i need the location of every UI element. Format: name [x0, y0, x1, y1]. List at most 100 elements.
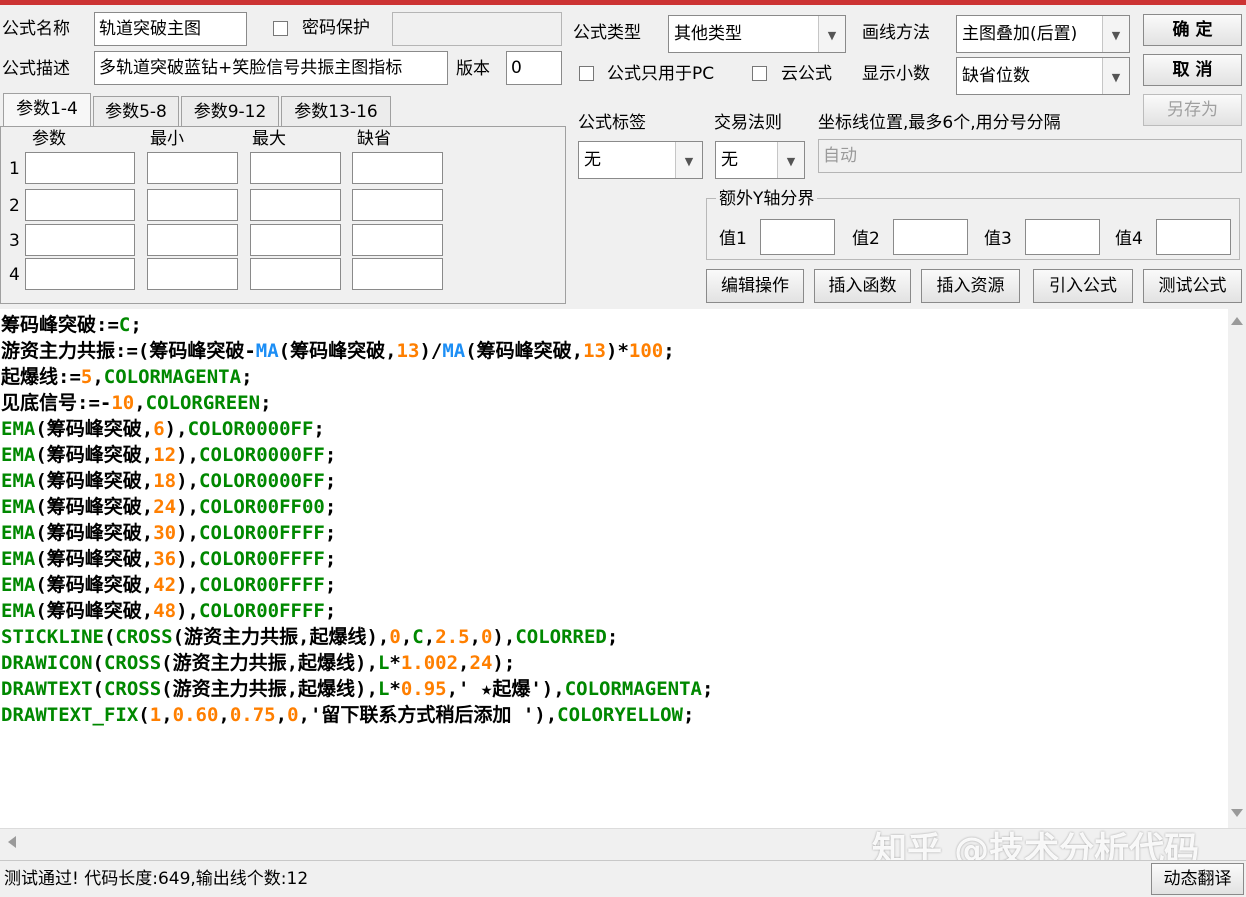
- insert-resource-button[interactable]: 插入资源: [921, 269, 1020, 303]
- dynamic-translate-button[interactable]: 动态翻译: [1151, 863, 1244, 895]
- code-token: (游资主力共振,起爆线),: [172, 626, 390, 648]
- code-token: ;: [324, 522, 337, 544]
- cloud-formula-label: 云公式: [781, 64, 832, 84]
- scroll-down-icon[interactable]: [1231, 809, 1243, 817]
- code-line[interactable]: EMA(筹码峰突破,30),COLOR00FFFF;: [1, 520, 713, 546]
- code-token: );: [492, 652, 516, 674]
- code-token: (筹码峰突破,: [35, 574, 154, 596]
- vertical-scrollbar[interactable]: [1228, 309, 1246, 828]
- code-line[interactable]: 见底信号:=-10,COLORGREEN;: [1, 390, 713, 416]
- code-token: DRAWTEXT: [1, 678, 93, 700]
- code-line[interactable]: EMA(筹码峰突破,6),COLOR0000FF;: [1, 416, 713, 442]
- extra-y-value-label: 值1: [719, 229, 747, 249]
- formula-tag-select[interactable]: 无 ▼: [578, 141, 703, 179]
- param-max-input[interactable]: [250, 224, 341, 256]
- formula-type-select[interactable]: 其他类型 ▼: [668, 15, 846, 53]
- formula-desc-input[interactable]: 多轨道突破蓝钻+笑脸信号共振主图指标: [94, 51, 448, 85]
- param-max-input[interactable]: [250, 189, 341, 221]
- insert-function-button[interactable]: 插入函数: [814, 269, 911, 303]
- code-token: ,: [400, 626, 413, 648]
- code-token: L: [377, 652, 390, 674]
- edit-operation-button[interactable]: 编辑操作: [706, 269, 804, 303]
- chevron-down-icon[interactable]: ▼: [818, 16, 845, 52]
- trade-rule-value: 无: [721, 150, 738, 170]
- formula-name-label: 公式名称: [2, 19, 70, 39]
- code-token: (游资主力共振,起爆线),: [161, 678, 378, 700]
- code-token: ,'留下联系方式稍后添加 '),: [298, 704, 558, 726]
- code-token: L: [377, 678, 390, 700]
- code-token: 0: [480, 626, 493, 648]
- chevron-down-icon[interactable]: ▼: [777, 142, 804, 178]
- code-line[interactable]: 游资主力共振:=(筹码峰突破-MA(筹码峰突破,13)/MA(筹码峰突破,13)…: [1, 338, 713, 364]
- code-line[interactable]: 筹码峰突破:=C;: [1, 312, 713, 338]
- param-max-input[interactable]: [250, 152, 341, 184]
- code-line[interactable]: EMA(筹码峰突破,48),COLOR00FFFF;: [1, 598, 713, 624]
- code-token: ;: [260, 392, 272, 414]
- code-token: ,: [161, 704, 173, 726]
- password-checkbox[interactable]: [273, 21, 288, 36]
- coord-lines-input[interactable]: 自动: [818, 139, 1242, 173]
- param-min-input[interactable]: [147, 189, 238, 221]
- chevron-down-icon[interactable]: ▼: [1102, 16, 1129, 52]
- decimals-select[interactable]: 缺省位数 ▼: [956, 57, 1130, 95]
- param-name-input[interactable]: [25, 152, 135, 184]
- trade-rule-select[interactable]: 无 ▼: [715, 141, 805, 179]
- extra-y-value-input[interactable]: [760, 219, 835, 255]
- ok-button[interactable]: 确 定: [1143, 14, 1242, 46]
- code-token: ,: [469, 626, 481, 648]
- param-min-input[interactable]: [147, 258, 238, 290]
- code-editor[interactable]: 筹码峰突破:=C; 游资主力共振:=(筹码峰突破-MA(筹码峰突破,13)/MA(…: [0, 309, 1246, 828]
- test-formula-button[interactable]: 测试公式: [1143, 269, 1242, 303]
- cancel-button[interactable]: 取 消: [1143, 54, 1242, 86]
- code-token: )/: [419, 340, 443, 362]
- decimals-value: 缺省位数: [962, 66, 1030, 86]
- chevron-down-icon[interactable]: ▼: [1102, 58, 1129, 94]
- cloud-formula-checkbox[interactable]: [752, 66, 767, 81]
- code-line[interactable]: DRAWICON(CROSS(游资主力共振,起爆线),L*1.002,24);: [1, 650, 713, 676]
- code-line[interactable]: EMA(筹码峰突破,36),COLOR00FFFF;: [1, 546, 713, 572]
- version-input[interactable]: 0: [506, 51, 562, 85]
- tab-params-9-12[interactable]: 参数9-12: [181, 96, 279, 126]
- code-line[interactable]: 起爆线:=5,COLORMAGENTA;: [1, 364, 713, 390]
- password-input[interactable]: [392, 12, 562, 46]
- param-default-input[interactable]: [352, 224, 443, 256]
- draw-method-select[interactable]: 主图叠加(后置) ▼: [956, 15, 1130, 53]
- tab-params-13-16[interactable]: 参数13-16: [281, 96, 391, 126]
- code-text[interactable]: 筹码峰突破:=C; 游资主力共振:=(筹码峰突破-MA(筹码峰突破,13)/MA(…: [1, 312, 713, 728]
- param-name-input[interactable]: [25, 224, 135, 256]
- param-name-input[interactable]: [25, 189, 135, 221]
- param-min-input[interactable]: [147, 152, 238, 184]
- param-max-input[interactable]: [250, 258, 341, 290]
- code-line[interactable]: EMA(筹码峰突破,12),COLOR0000FF;: [1, 442, 713, 468]
- code-line[interactable]: DRAWTEXT(CROSS(游资主力共振,起爆线),L*0.95,' ★起爆'…: [1, 676, 713, 702]
- code-line[interactable]: STICKLINE(CROSS(游资主力共振,起爆线),0,C,2.5,0),C…: [1, 624, 713, 650]
- param-default-input[interactable]: [352, 258, 443, 290]
- code-line[interactable]: EMA(筹码峰突破,18),COLOR0000FF;: [1, 468, 713, 494]
- save-as-button[interactable]: 另存为: [1143, 94, 1242, 126]
- code-token: 筹码峰突破:=: [1, 314, 119, 336]
- code-token: 2.5: [435, 626, 470, 648]
- param-default-input[interactable]: [352, 152, 443, 184]
- code-token: ;: [313, 418, 325, 440]
- code-line[interactable]: EMA(筹码峰突破,42),COLOR00FFFF;: [1, 572, 713, 598]
- code-token: ),: [176, 574, 199, 596]
- extra-y-value-input[interactable]: [1025, 219, 1100, 255]
- tab-params-5-8[interactable]: 参数5-8: [93, 96, 179, 126]
- scroll-left-icon[interactable]: [8, 836, 16, 848]
- chevron-down-icon[interactable]: ▼: [675, 142, 702, 178]
- import-formula-button[interactable]: 引入公式: [1033, 269, 1133, 303]
- tab-params-1-4[interactable]: 参数1-4: [3, 93, 91, 127]
- formula-name-input[interactable]: 轨道突破主图: [94, 12, 247, 46]
- code-line[interactable]: EMA(筹码峰突破,24),COLOR00FF00;: [1, 494, 713, 520]
- code-token: DRAWTEXT_FIX: [1, 704, 139, 726]
- param-name-input[interactable]: [25, 258, 135, 290]
- param-default-input[interactable]: [352, 189, 443, 221]
- param-row-number: 2: [9, 196, 20, 216]
- pc-only-checkbox[interactable]: [579, 66, 594, 81]
- extra-y-value-input[interactable]: [893, 219, 968, 255]
- param-min-input[interactable]: [147, 224, 238, 256]
- code-line[interactable]: DRAWTEXT_FIX(1,0.60,0.75,0,'留下联系方式稍后添加 '…: [1, 702, 713, 728]
- scroll-up-icon[interactable]: [1231, 317, 1243, 325]
- code-token: COLORRED: [515, 626, 607, 648]
- extra-y-value-input[interactable]: [1156, 219, 1231, 255]
